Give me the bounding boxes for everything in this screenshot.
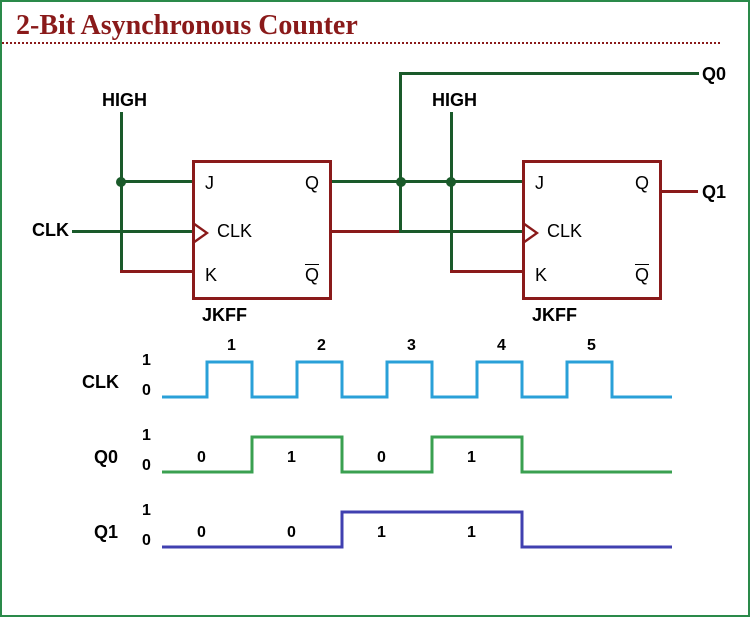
page-title: 2-Bit Asynchronous Counter <box>2 2 720 44</box>
flipflop-1: J CLK K Q Q <box>192 160 332 300</box>
ff2-pin-clk: CLK <box>547 221 582 242</box>
q1-waveform <box>162 502 682 552</box>
ff2-clk-edge-icon <box>525 223 539 243</box>
ff1-pin-qbar: Q <box>305 265 319 286</box>
timing-q0-lo: 0 <box>142 457 151 475</box>
ff2-pin-q: Q <box>635 173 649 194</box>
timing-clk-hi: 1 <box>142 352 151 370</box>
label-high-1: HIGH <box>102 90 147 111</box>
timing-q0-label: Q0 <box>94 447 118 468</box>
timing-q1-lo: 0 <box>142 532 151 550</box>
ff1-pin-clk: CLK <box>217 221 252 242</box>
ff2-pin-j: J <box>535 173 544 194</box>
junction-high1 <box>116 177 126 187</box>
wire-high2-to-j <box>450 180 522 183</box>
label-q1-output: Q1 <box>702 182 726 203</box>
wire-q-ff1-to-ff2-a <box>332 230 402 233</box>
wire-q0-rail <box>399 72 699 75</box>
junction-q0 <box>396 177 406 187</box>
junction-high2 <box>446 177 456 187</box>
wire-high1-to-k <box>120 270 192 273</box>
timing-q1-hi: 1 <box>142 502 151 520</box>
ff1-clk-edge-icon <box>195 223 209 243</box>
wire-high1-to-j <box>120 180 192 183</box>
label-clk-input: CLK <box>32 220 69 241</box>
ff1-pin-k: K <box>205 265 217 286</box>
ff2-pin-qbar: Q <box>635 265 649 286</box>
diagram-frame: 2-Bit Asynchronous Counter HIGH HIGH CLK… <box>0 0 750 617</box>
ff2-pin-k: K <box>535 265 547 286</box>
wire-q-ff1-up <box>399 74 402 233</box>
label-high-2: HIGH <box>432 90 477 111</box>
ff1-name: JKFF <box>202 305 247 326</box>
wire-q1-out <box>662 190 698 193</box>
wire-high1-vert <box>120 112 123 272</box>
ff1-pin-j: J <box>205 173 214 194</box>
timing-clk-label: CLK <box>82 372 119 393</box>
wire-high2-vert <box>450 112 453 272</box>
timing-q0-hi: 1 <box>142 427 151 445</box>
ff2-name: JKFF <box>532 305 577 326</box>
wire-q-ff1-to-ff2-b <box>399 230 522 233</box>
flipflop-2: J CLK K Q Q <box>522 160 662 300</box>
label-q0-output: Q0 <box>702 64 726 85</box>
circuit-diagram: HIGH HIGH CLK Q0 Q1 J CLK K <box>2 52 750 612</box>
q0-waveform <box>162 427 682 477</box>
clk-waveform <box>162 352 682 402</box>
wire-high2-to-k <box>450 270 522 273</box>
ff1-pin-q: Q <box>305 173 319 194</box>
wire-clk-in <box>72 230 192 233</box>
timing-q1-label: Q1 <box>94 522 118 543</box>
timing-clk-lo: 0 <box>142 382 151 400</box>
